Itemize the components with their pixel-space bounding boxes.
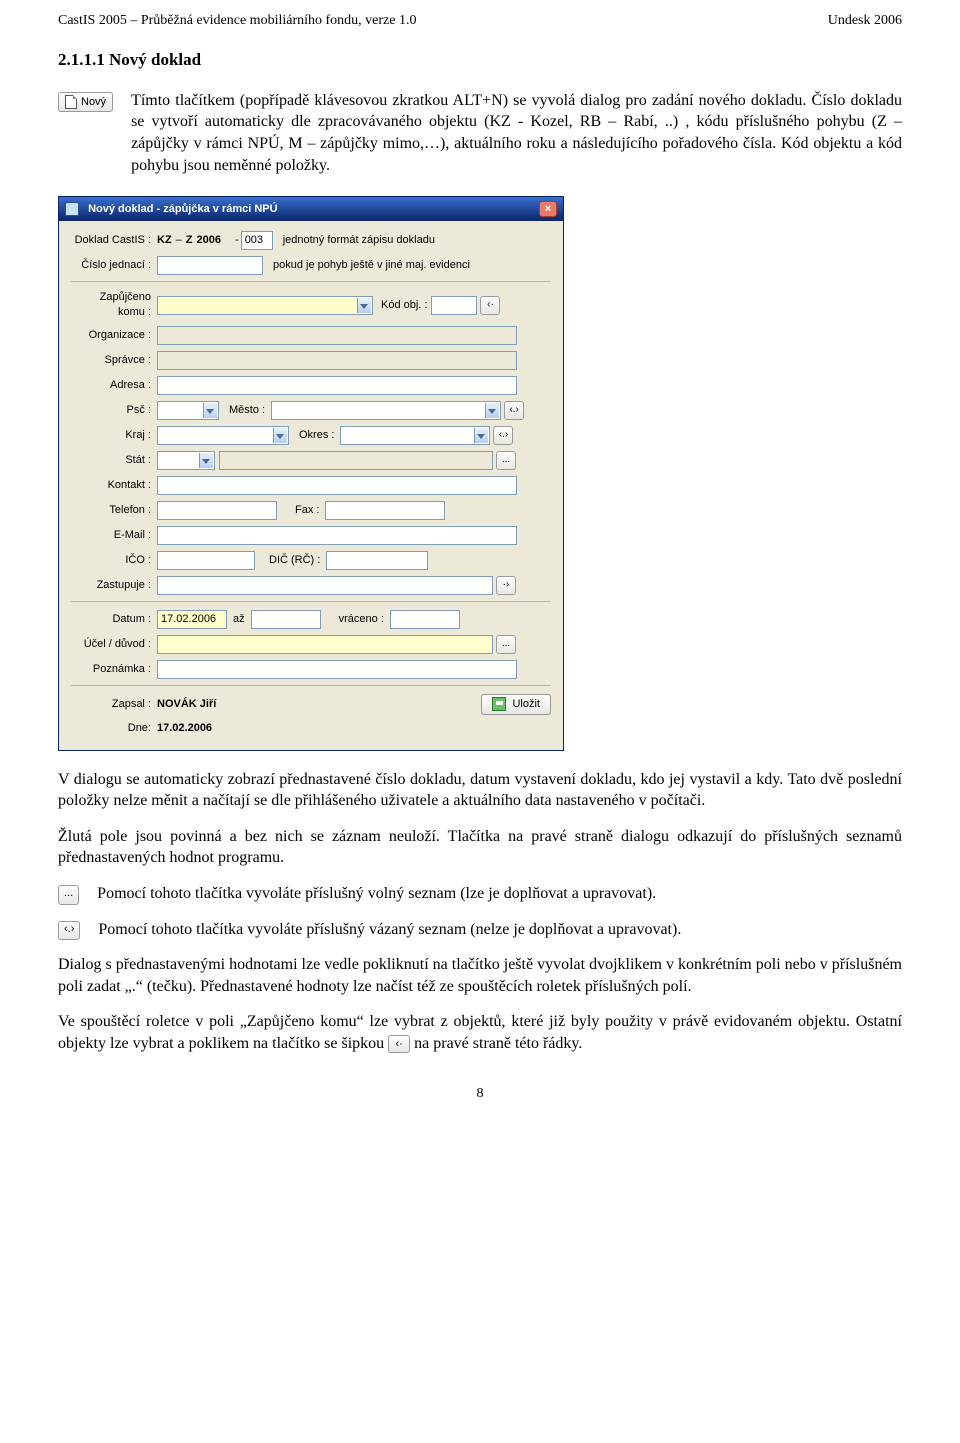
zapsal-val: NOVÁK Jiří bbox=[157, 697, 216, 712]
dialog-titlebar: Nový doklad - zápůjčka v rámci NPÚ × bbox=[59, 197, 563, 221]
zastupuje-seznam-button[interactable]: ·› bbox=[496, 576, 516, 595]
zapujceno-combo[interactable] bbox=[157, 296, 373, 315]
doklad-year: 2006 bbox=[197, 233, 221, 248]
telefon-label: Telefon : bbox=[71, 503, 157, 518]
dialog-icon bbox=[65, 202, 79, 216]
okres-seznam-button[interactable]: ‹.› bbox=[493, 426, 513, 445]
ico-label: IČO : bbox=[71, 553, 157, 568]
adresa-label: Adresa : bbox=[71, 378, 157, 393]
okres-combo[interactable] bbox=[340, 426, 490, 445]
ico-field[interactable] bbox=[157, 551, 255, 570]
spravce-label: Správce : bbox=[71, 353, 157, 368]
email-label: E-Mail : bbox=[71, 528, 157, 543]
kraj-label: Kraj : bbox=[71, 428, 157, 443]
header-right: Undesk 2006 bbox=[828, 12, 902, 31]
bound-list-button[interactable]: ‹.› bbox=[58, 921, 80, 941]
mesto-label: Město : bbox=[229, 403, 265, 418]
okres-label: Okres : bbox=[299, 428, 334, 443]
doklad-dash1: – bbox=[176, 233, 182, 248]
ucel-field[interactable] bbox=[157, 635, 493, 654]
psc-label: Psč : bbox=[71, 403, 157, 418]
ucel-seznam-button[interactable]: ... bbox=[496, 635, 516, 654]
poznamka-field[interactable] bbox=[157, 660, 517, 679]
zapujceno-label: Zapůjčeno komu : bbox=[71, 290, 157, 320]
novy-button[interactable]: Nový bbox=[58, 92, 113, 112]
paragraph-7b: na pravé straně této řádky. bbox=[414, 1035, 582, 1052]
header-left: CastIS 2005 – Průběžná evidence mobiliár… bbox=[58, 12, 416, 31]
disk-icon bbox=[492, 697, 506, 711]
zapsal-label: Zapsal : bbox=[71, 697, 157, 712]
stat-label: Stát : bbox=[71, 453, 157, 468]
fax-label: Fax : bbox=[295, 503, 319, 518]
fax-field[interactable] bbox=[325, 501, 445, 520]
stat-text-field bbox=[219, 451, 493, 470]
paragraph-4: Pomocí tohoto tlačítka vyvoláte příslušn… bbox=[97, 883, 656, 905]
paragraph-1: Tímto tlačítkem (popřípadě klávesovou zk… bbox=[131, 90, 902, 176]
kraj-combo[interactable] bbox=[157, 426, 289, 445]
new-document-dialog: Nový doklad - zápůjčka v rámci NPÚ × Dok… bbox=[58, 196, 564, 750]
doklad-note: jednotný formát zápisu dokladu bbox=[283, 233, 435, 248]
new-document-icon bbox=[65, 95, 77, 109]
paragraph-6: Dialog s přednastavenými hodnotami lze v… bbox=[58, 954, 902, 997]
organizace-field bbox=[157, 326, 517, 345]
dialog-title-text: Nový doklad - zápůjčka v rámci NPÚ bbox=[88, 203, 278, 215]
mesto-combo[interactable] bbox=[271, 401, 501, 420]
arrow-left-inline-button[interactable] bbox=[388, 1035, 410, 1053]
cislo-jednaci-note: pokud je pohyb ještě v jiné maj. evidenc… bbox=[273, 258, 470, 273]
save-label: Uložit bbox=[512, 697, 540, 712]
stat-combo[interactable] bbox=[157, 451, 215, 470]
datum-label: Datum : bbox=[71, 612, 157, 627]
datum-do-field[interactable] bbox=[251, 610, 321, 629]
email-field[interactable] bbox=[157, 526, 517, 545]
psc-combo[interactable] bbox=[157, 401, 219, 420]
doklad-seq-field[interactable]: 003 bbox=[241, 231, 273, 250]
doklad-dash2: - bbox=[235, 233, 239, 248]
page-number: 8 bbox=[58, 1085, 902, 1104]
zastupuje-label: Zastupuje : bbox=[71, 578, 157, 593]
page-header: CastIS 2005 – Průběžná evidence mobiliár… bbox=[58, 12, 902, 31]
az-label: až bbox=[233, 612, 245, 627]
telefon-field[interactable] bbox=[157, 501, 277, 520]
section-title: 2.1.1.1 Nový doklad bbox=[58, 49, 902, 72]
dialog-close-button[interactable]: × bbox=[539, 201, 557, 217]
zastupuje-field[interactable] bbox=[157, 576, 493, 595]
dic-field[interactable] bbox=[326, 551, 428, 570]
organizace-label: Organizace : bbox=[71, 328, 157, 343]
datum-field[interactable]: 17.02.2006 bbox=[157, 610, 227, 629]
dic-label: DIČ (RČ) : bbox=[269, 553, 320, 568]
paragraph-7: Ve spouštěcí roletce v poli „Zapůjčeno k… bbox=[58, 1011, 902, 1054]
paragraph-5: Pomocí tohoto tlačítka vyvoláte příslušn… bbox=[98, 919, 681, 941]
mesto-seznam-button[interactable]: ‹.› bbox=[504, 401, 524, 420]
doklad-z: Z bbox=[186, 233, 193, 248]
ucel-label: Účel / důvod : bbox=[71, 637, 157, 652]
dne-val: 17.02.2006 bbox=[157, 721, 212, 736]
doklad-kz: KZ bbox=[157, 233, 172, 248]
dne-label: Dne: bbox=[71, 721, 157, 736]
novy-button-label: Nový bbox=[81, 96, 106, 108]
adresa-field[interactable] bbox=[157, 376, 517, 395]
paragraph-2: V dialogu se automaticky zobrazí přednas… bbox=[58, 769, 902, 812]
paragraph-3: Žlutá pole jsou povinná a bez nich se zá… bbox=[58, 826, 902, 869]
spravce-field bbox=[157, 351, 517, 370]
kod-obj-field[interactable] bbox=[431, 296, 477, 315]
arrow-left-button[interactable]: ‹· bbox=[480, 296, 500, 315]
save-button[interactable]: Uložit bbox=[481, 694, 551, 715]
free-list-button[interactable]: ... bbox=[58, 885, 79, 905]
kontakt-label: Kontakt : bbox=[71, 478, 157, 493]
vraceno-label: vráceno : bbox=[339, 612, 384, 627]
stat-seznam-button[interactable]: ... bbox=[496, 451, 516, 470]
vraceno-field[interactable] bbox=[390, 610, 460, 629]
cislo-jednaci-label: Číslo jednací : bbox=[71, 258, 157, 273]
kod-obj-label: Kód obj. : bbox=[381, 298, 427, 313]
doklad-label: Doklad CastIS : bbox=[71, 233, 157, 248]
kontakt-field[interactable] bbox=[157, 476, 517, 495]
poznamka-label: Poznámka : bbox=[71, 662, 157, 677]
cislo-jednaci-field[interactable] bbox=[157, 256, 263, 275]
